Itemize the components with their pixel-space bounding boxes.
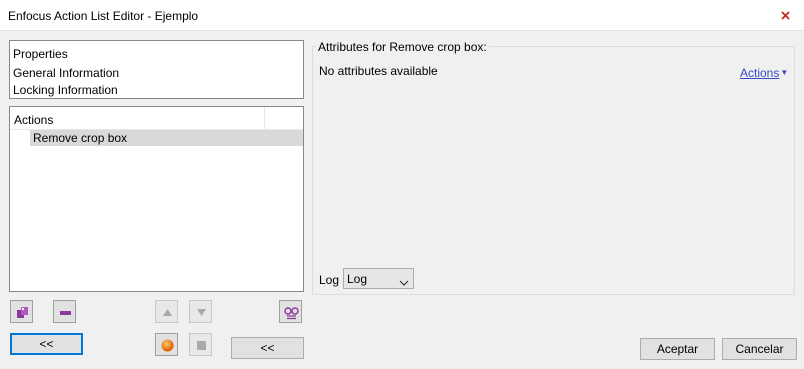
close-icon[interactable]	[781, 11, 790, 20]
collapse-middle-button[interactable]: <<	[231, 337, 304, 359]
record-button[interactable]	[155, 333, 178, 356]
action-item-label: Remove crop box	[33, 131, 128, 145]
properties-header: Properties	[13, 47, 68, 61]
preview-glasses-icon	[284, 307, 299, 320]
stop-button[interactable]	[189, 333, 212, 356]
attributes-group-title: Attributes for Remove crop box:	[316, 40, 489, 54]
stop-icon	[197, 341, 206, 350]
move-up-icon	[163, 309, 172, 316]
move-down-icon	[197, 309, 206, 316]
window-title: Enfocus Action List Editor - Ejemplo	[8, 9, 199, 23]
collapse-left-button[interactable]: <<	[10, 333, 83, 355]
actions-menu-link[interactable]: Actions▼	[740, 66, 788, 80]
record-icon	[161, 339, 174, 352]
accept-button[interactable]: Aceptar	[640, 338, 715, 360]
add-action-button[interactable]	[10, 300, 33, 323]
caret-down-icon: ▼	[780, 68, 789, 77]
title-divider	[0, 30, 804, 31]
title-bar: Enfocus Action List Editor - Ejemplo	[0, 0, 804, 30]
log-select[interactable]: Log	[343, 268, 414, 289]
add-action-icon	[17, 307, 28, 318]
properties-panel: Properties General Information Locking I…	[9, 40, 304, 99]
actions-panel: Actions Remove crop box	[9, 106, 304, 292]
cancel-button[interactable]: Cancelar	[722, 338, 797, 360]
properties-item-locking-information[interactable]: Locking Information	[13, 83, 118, 97]
move-down-button[interactable]	[189, 300, 212, 323]
actions-header-row: Actions	[10, 107, 303, 130]
remove-action-icon	[60, 311, 71, 315]
action-item-remove-crop-box[interactable]: Remove crop box	[30, 130, 303, 146]
log-select-value: Log	[347, 272, 368, 286]
properties-item-general-information[interactable]: General Information	[13, 66, 119, 80]
preview-button[interactable]	[279, 300, 302, 323]
actions-header: Actions	[14, 113, 54, 127]
chevron-down-icon	[399, 275, 409, 289]
actions-menu-label: Actions	[740, 66, 780, 80]
remove-action-button[interactable]	[53, 300, 76, 323]
log-label: Log	[319, 273, 340, 287]
column-separator	[264, 107, 265, 130]
no-attributes-text: No attributes available	[319, 64, 438, 78]
attributes-group	[312, 46, 795, 295]
move-up-button[interactable]	[155, 300, 178, 323]
